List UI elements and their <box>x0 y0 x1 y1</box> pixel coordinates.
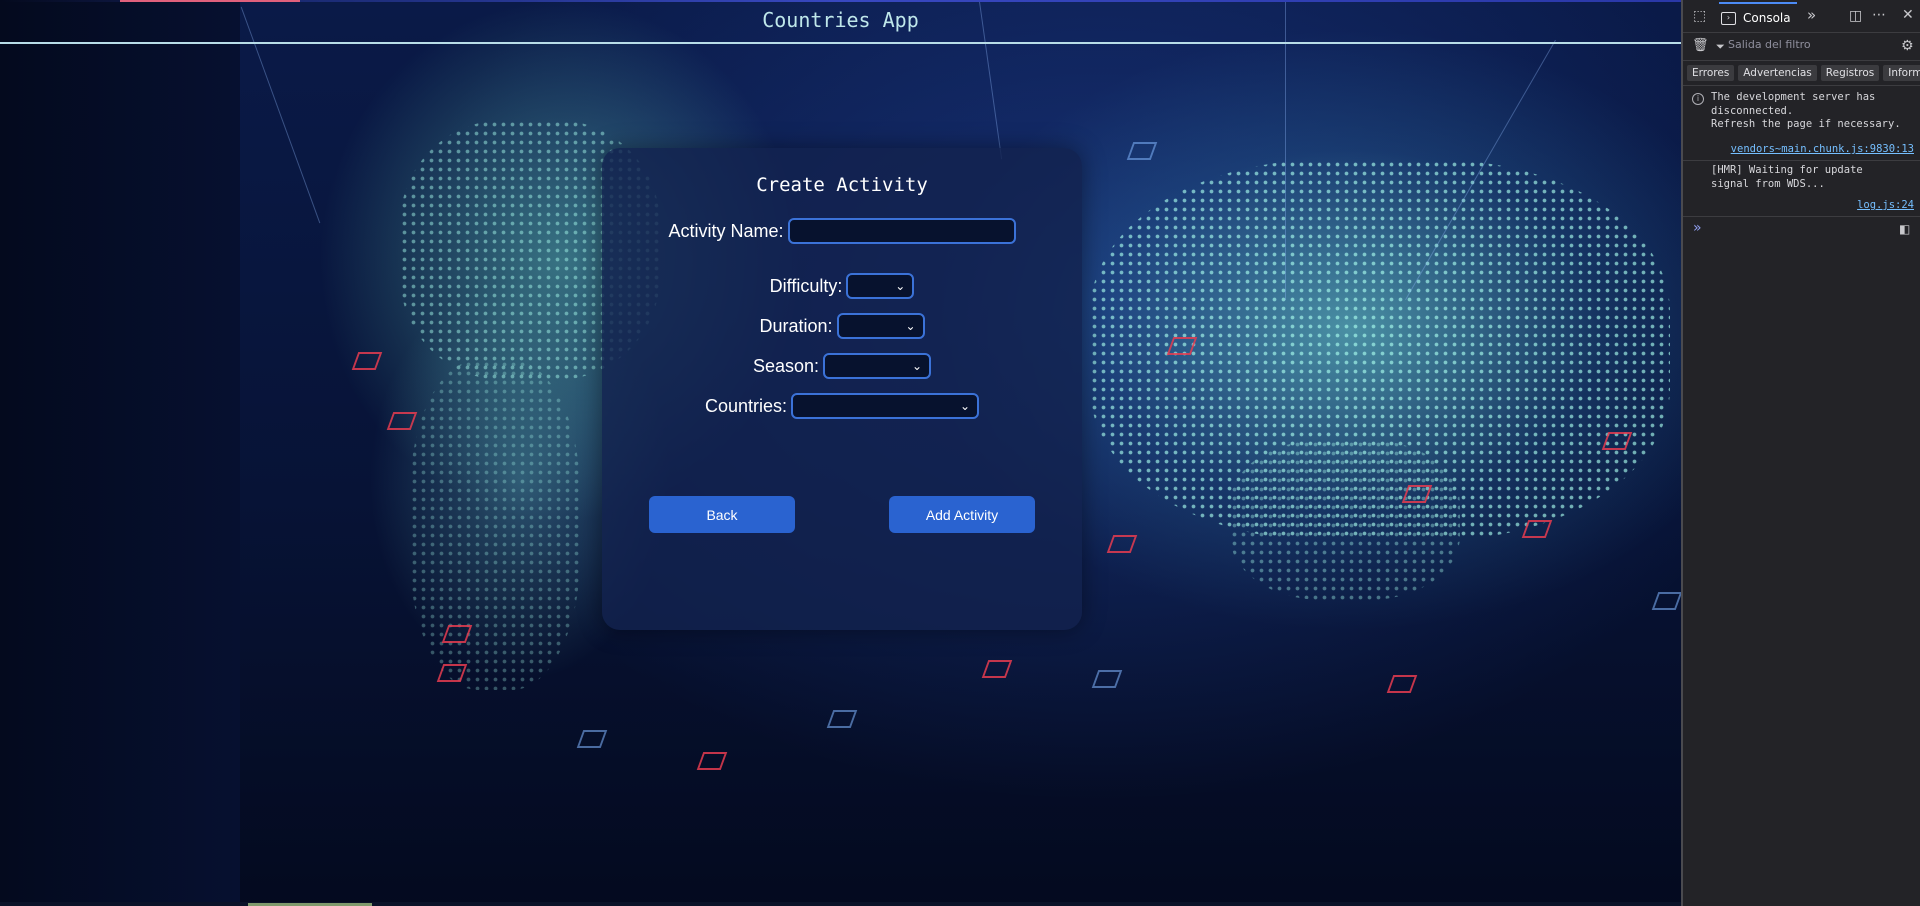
console-prompt-icon[interactable]: » <box>1693 220 1702 236</box>
map-marker <box>1106 535 1138 553</box>
chevron-down-icon: ⌄ <box>905 319 916 333</box>
devtools-panel: ⬚ › Consola » ◫ ⋯ ✕ 🗑 ⏷ Salida del filtr… <box>1681 0 1920 906</box>
tab-console[interactable]: › Consola <box>1719 2 1797 32</box>
map-marker <box>1651 592 1681 610</box>
map-marker <box>981 660 1013 678</box>
season-select[interactable]: ⌄ <box>823 353 932 379</box>
chevron-down-icon: ⌄ <box>911 359 923 373</box>
log-level-filters: ErroresAdvertenciasRegistrosInformación <box>1683 61 1920 86</box>
console-message-text: The development server has disconnected.… <box>1711 91 1901 130</box>
app-header: Countries App <box>0 0 1681 44</box>
add-activity-button[interactable]: Add Activity <box>889 496 1035 533</box>
countries-label: Countries: <box>704 395 788 416</box>
console-message-source-link[interactable]: log.js:24 <box>1857 199 1914 211</box>
countries-row: Countries: ⌄ <box>602 393 1082 419</box>
season-row: Season: ⌄ <box>602 353 1082 379</box>
filter-icon: ⏷ <box>1716 40 1725 53</box>
chevron-down-icon: ⌄ <box>895 279 906 293</box>
form-title: Create Activity <box>756 174 928 196</box>
gear-icon[interactable]: ⚙ <box>1901 38 1914 54</box>
map-marker <box>1386 675 1418 693</box>
app-title: Countries App <box>762 8 919 32</box>
level-warnings-button[interactable]: Advertencias <box>1738 65 1817 81</box>
duration-select[interactable]: ⌄ <box>836 313 925 339</box>
season-label: Season: <box>752 355 820 376</box>
duration-row: Duration: ⌄ <box>602 313 1082 339</box>
countries-select[interactable]: ⌄ <box>791 393 980 419</box>
map-marker <box>826 710 858 728</box>
map-marker <box>1091 670 1123 688</box>
map-marker <box>351 352 383 370</box>
trash-icon[interactable]: 🗑 <box>1692 38 1709 54</box>
console-icon: › <box>1721 11 1736 25</box>
more-options-icon[interactable]: ⋯ <box>1872 7 1886 23</box>
chevron-down-icon: ⌄ <box>959 399 971 413</box>
console-message: [HMR] Waiting for update signal from WDS… <box>1683 161 1920 217</box>
difficulty-select[interactable]: ⌄ <box>846 273 915 299</box>
info-icon: i <box>1692 93 1704 105</box>
devtools-tabbar: ⬚ › Consola » ◫ ⋯ ✕ <box>1683 0 1920 33</box>
create-activity-form: Create Activity Activity Name: Difficult… <box>602 148 1082 630</box>
world-map-africa <box>1230 440 1460 600</box>
more-tabs-icon[interactable]: » <box>1807 7 1816 23</box>
background-gridline <box>1285 0 1286 300</box>
header-accent-line <box>0 0 1681 2</box>
map-marker <box>386 412 418 430</box>
level-info-button[interactable]: Información <box>1883 65 1920 81</box>
close-icon[interactable]: ✕ <box>1902 7 1914 23</box>
horizontal-scrollbar[interactable] <box>0 902 1681 906</box>
devtools-filter-bar: 🗑 ⏷ Salida del filtro ⚙ <box>1683 32 1920 61</box>
duration-label: Duration: <box>759 315 833 336</box>
difficulty-label: Difficulty: <box>769 275 843 296</box>
map-marker <box>1126 142 1158 160</box>
console-message-source-link[interactable]: vendors~main.chunk.js:9830:13 <box>1731 143 1914 155</box>
background-shade <box>0 0 240 906</box>
console-message: i The development server has disconnecte… <box>1683 86 1920 161</box>
console-message-text: [HMR] Waiting for update signal from WDS… <box>1711 164 1863 190</box>
filter-input[interactable]: Salida del filtro <box>1728 38 1811 51</box>
map-marker <box>1521 520 1553 538</box>
world-map-south-america <box>410 360 580 690</box>
activity-name-input[interactable] <box>787 218 1016 244</box>
activity-name-row: Activity Name: <box>602 218 1082 244</box>
map-marker <box>576 730 608 748</box>
split-console-icon[interactable]: ◧ <box>1899 221 1910 237</box>
level-errors-button[interactable]: Errores <box>1687 65 1735 81</box>
activity-name-label: Activity Name: <box>668 220 784 241</box>
map-marker <box>696 752 728 770</box>
back-button[interactable]: Back <box>649 496 795 533</box>
element-picker-icon[interactable]: ⬚ <box>1693 8 1706 24</box>
dock-side-icon[interactable]: ◫ <box>1849 8 1862 24</box>
level-logs-button[interactable]: Registros <box>1820 65 1880 81</box>
tab-console-label: Consola <box>1743 11 1791 25</box>
app-viewport: Countries App Create Activity Activity N… <box>0 0 1681 906</box>
difficulty-row: Difficulty: ⌄ <box>602 273 1082 299</box>
